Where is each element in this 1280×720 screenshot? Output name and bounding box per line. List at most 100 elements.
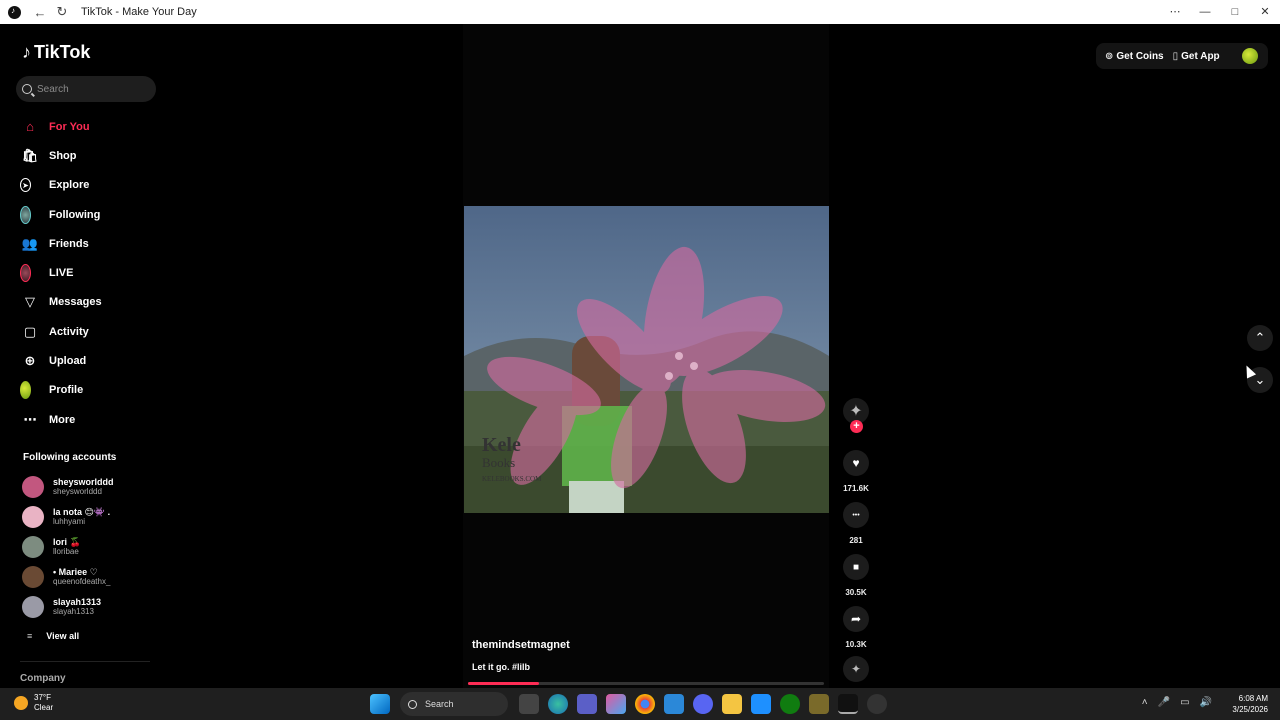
nav-item-live[interactable]: LIVE xyxy=(20,258,165,287)
share-icon: ➦ xyxy=(850,612,862,626)
search-box[interactable] xyxy=(16,76,156,102)
comment-icon: ••• xyxy=(852,511,860,519)
teams-icon[interactable] xyxy=(576,694,597,714)
nav-item-shop[interactable]: 🛍 Shop xyxy=(20,141,165,170)
maximize-button[interactable]: □ xyxy=(1220,0,1250,24)
browser-menu-button[interactable]: ⋯ xyxy=(1160,0,1190,24)
video-progress-bar[interactable] xyxy=(468,682,824,685)
close-button[interactable]: ✕ xyxy=(1250,0,1280,24)
nav-item-explore[interactable]: ➤ Explore xyxy=(20,171,165,200)
top-right-bar: ⊚ Get Coins ▯ Get App xyxy=(1096,43,1268,69)
edge-browser-icon[interactable] xyxy=(547,694,568,714)
nav-item-activity[interactable]: ▢ Activity xyxy=(20,317,165,346)
system-tray: ˄ 🎤 ▭ 🔊 xyxy=(1132,697,1212,708)
like-button[interactable]: ♥ xyxy=(843,450,869,476)
account-item[interactable]: sheysworlddd sheysworlddd xyxy=(22,472,167,502)
display-icon[interactable]: ▭ xyxy=(1180,697,1189,708)
browser-titlebar: ← ↻ TikTok - Make Your Day ⋯ — □ ✕ xyxy=(0,0,1280,24)
save-count: 30.5K xyxy=(845,588,867,597)
sidebar-divider xyxy=(20,661,150,662)
tiktok-taskbar-icon[interactable] xyxy=(837,694,858,714)
nav-item-upload[interactable]: ⊕ Upload xyxy=(20,346,165,375)
video-author[interactable]: themindsetmagnet xyxy=(472,639,570,651)
music-disc-action: ✦ xyxy=(841,656,871,682)
video-watermark: Kele Books KELEBOOKS.COM xyxy=(482,435,541,486)
get-app-label: Get App xyxy=(1181,50,1220,62)
minecraft-icon[interactable] xyxy=(808,694,829,714)
account-item[interactable]: slayah1313 slayah1313 xyxy=(22,592,167,622)
taskbar-search-icon xyxy=(408,699,417,709)
settings-taskbar-icon[interactable] xyxy=(866,694,887,714)
nav-label: Upload xyxy=(49,355,87,368)
clock-time: 6:08 AM xyxy=(1238,694,1268,703)
user-avatar[interactable] xyxy=(1242,48,1258,64)
view-all-link[interactable]: ≡ View all xyxy=(27,631,79,641)
tiktok-favicon-icon xyxy=(8,5,21,19)
minimize-button[interactable]: — xyxy=(1190,0,1220,24)
account-item[interactable]: • Mariee ♡ queenofdeathx_ xyxy=(22,562,167,592)
music-disc-icon: ✦ xyxy=(850,662,862,676)
like-action: ♥ 171.6K xyxy=(841,450,871,493)
chrome-icon[interactable] xyxy=(634,694,655,714)
back-button[interactable]: ← xyxy=(29,5,51,20)
nav-label: For You xyxy=(49,120,90,133)
microphone-icon[interactable]: 🎤 xyxy=(1158,697,1170,708)
task-view-icon[interactable] xyxy=(518,694,539,714)
chevron-down-icon: ⌄ xyxy=(1254,372,1266,387)
tiktok-logo[interactable]: ♪ TikTok xyxy=(22,42,90,63)
nav-label: Friends xyxy=(49,237,89,250)
account-item[interactable]: lori 🍒 lloribae xyxy=(22,532,167,562)
music-disc-button[interactable]: ✦ xyxy=(843,656,869,682)
share-action: ➦ 10.3K xyxy=(841,606,871,649)
nav-label: Shop xyxy=(49,149,77,162)
taskbar-search[interactable]: Search xyxy=(400,692,508,716)
discord-icon[interactable] xyxy=(692,694,713,714)
follow-button[interactable]: + xyxy=(850,420,863,433)
upload-icon: ⊕ xyxy=(24,353,36,369)
comment-button[interactable]: ••• xyxy=(843,502,869,528)
search-input[interactable] xyxy=(37,83,142,95)
weather-temp: 37°F xyxy=(34,693,51,702)
account-avatar xyxy=(22,536,44,558)
copilot-icon[interactable] xyxy=(605,694,626,714)
save-button[interactable]: ■ xyxy=(843,554,869,580)
get-app-button[interactable]: ▯ Get App xyxy=(1173,51,1220,62)
messages-icon: ▽ xyxy=(25,294,35,310)
xbox-icon[interactable] xyxy=(779,694,800,714)
video-actions: ✦ + ♥ 171.6K ••• 281 ■ 30.5K ➦ 10.3K ✦ xyxy=(841,398,871,682)
heart-icon: ♥ xyxy=(852,456,860,470)
volume-icon[interactable]: 🔊 xyxy=(1200,697,1212,708)
nav-item-messages[interactable]: ▽ Messages xyxy=(20,288,165,317)
reload-button[interactable]: ↻ xyxy=(51,4,73,20)
tray-overflow-icon[interactable]: ˄ xyxy=(1142,697,1148,708)
account-item[interactable]: la nota 😊👾 . luhhyami xyxy=(22,502,167,532)
weather-icon xyxy=(14,696,28,710)
bookmark-icon: ■ xyxy=(852,561,860,573)
nav-item-more[interactable]: ⋯ More xyxy=(20,405,165,434)
file-explorer-icon[interactable] xyxy=(721,694,742,714)
nav-label: Explore xyxy=(49,179,90,192)
company-link[interactable]: Company xyxy=(20,673,66,684)
nav-label: Following xyxy=(49,208,101,221)
phone-icon: ▯ xyxy=(1172,50,1179,62)
scroll-up-button[interactable]: ⌃ xyxy=(1247,325,1273,351)
nav-item-following[interactable]: Following xyxy=(20,200,165,229)
activity-icon: ▢ xyxy=(23,323,37,339)
store-icon[interactable] xyxy=(663,694,684,714)
video-player[interactable]: Kele Books KELEBOOKS.COM xyxy=(464,206,829,513)
more-icon: ⋯ xyxy=(23,411,37,427)
get-coins-button[interactable]: ⊚ Get Coins xyxy=(1105,51,1164,62)
cortana-icon[interactable] xyxy=(750,694,771,714)
following-avatar-icon xyxy=(20,205,31,224)
weather-widget[interactable]: 37°F Clear xyxy=(14,693,53,713)
account-avatar xyxy=(22,596,44,618)
start-windows-icon[interactable] xyxy=(369,694,390,714)
share-button[interactable]: ➦ xyxy=(843,606,869,632)
nav-item-for-you[interactable]: ⌂ For You xyxy=(20,112,165,141)
taskbar-clock[interactable]: 6:08 AM 3/25/2026 xyxy=(1232,693,1268,715)
nav-item-profile[interactable]: Profile xyxy=(20,376,165,405)
creator-avatar-icon: ✦ xyxy=(849,403,863,420)
account-avatar xyxy=(22,506,44,528)
nav-item-friends[interactable]: 👥 Friends xyxy=(20,229,165,258)
video-progress-fill xyxy=(468,682,540,685)
